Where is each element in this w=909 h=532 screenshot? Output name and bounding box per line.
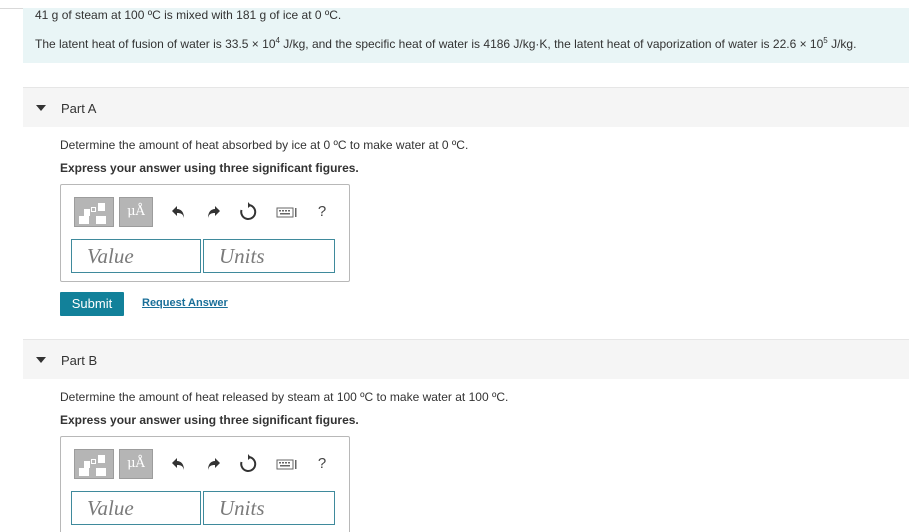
part-b-header[interactable]: Part B [23, 339, 909, 379]
part-a-instruction: Express your answer using three signific… [60, 161, 359, 175]
value-input[interactable] [72, 492, 200, 524]
redo-icon[interactable] [203, 454, 223, 474]
problem-line-2: The latent heat of fusion of water is 33… [35, 36, 856, 52]
value-input[interactable] [72, 240, 200, 272]
submit-button[interactable]: Submit [60, 292, 124, 316]
part-b-answer-box: μÅ ? [60, 436, 350, 532]
help-icon[interactable]: ? [312, 454, 332, 474]
collapse-caret-icon[interactable] [36, 105, 46, 111]
problem-text-end: J/kg. [827, 37, 857, 51]
units-button[interactable]: μÅ [119, 197, 153, 227]
part-b-title: Part B [61, 353, 98, 368]
part-a-prompt: Determine the amount of heat absorbed by… [60, 138, 469, 152]
templates-icon[interactable] [74, 197, 114, 227]
part-b-instruction: Express your answer using three signific… [60, 413, 359, 427]
units-field[interactable] [203, 491, 335, 525]
collapse-caret-icon[interactable] [36, 357, 46, 363]
request-answer-link[interactable]: Request Answer [142, 297, 228, 309]
math-toolbar: μÅ ? [73, 449, 335, 483]
keyboard-icon[interactable] [276, 454, 298, 474]
units-input[interactable] [204, 240, 334, 272]
reset-icon[interactable] [238, 202, 258, 222]
units-field[interactable] [203, 239, 335, 273]
part-a-title: Part A [61, 101, 97, 116]
math-toolbar: μÅ ? [73, 197, 335, 231]
value-field[interactable] [71, 491, 201, 525]
part-a-header[interactable]: Part A [23, 87, 909, 127]
problem-statement: 41 g of steam at 100 ºC is mixed with 18… [23, 8, 909, 63]
problem-text-fusion: The latent heat of fusion of water is 33… [35, 37, 276, 51]
part-a-answer-box: μÅ ? [60, 184, 350, 282]
reset-icon[interactable] [238, 454, 258, 474]
keyboard-icon[interactable] [276, 202, 298, 222]
problem-line-1: 41 g of steam at 100 ºC is mixed with 18… [35, 8, 342, 22]
part-b-prompt: Determine the amount of heat released by… [60, 390, 509, 404]
redo-icon[interactable] [203, 202, 223, 222]
undo-icon[interactable] [169, 202, 189, 222]
top-divider [0, 8, 24, 9]
units-input[interactable] [204, 492, 334, 524]
help-icon[interactable]: ? [312, 202, 332, 222]
units-button[interactable]: μÅ [119, 449, 153, 479]
problem-text-middle: J/kg, and the specific heat of water is … [279, 37, 824, 51]
value-field[interactable] [71, 239, 201, 273]
templates-icon[interactable] [74, 449, 114, 479]
undo-icon[interactable] [169, 454, 189, 474]
